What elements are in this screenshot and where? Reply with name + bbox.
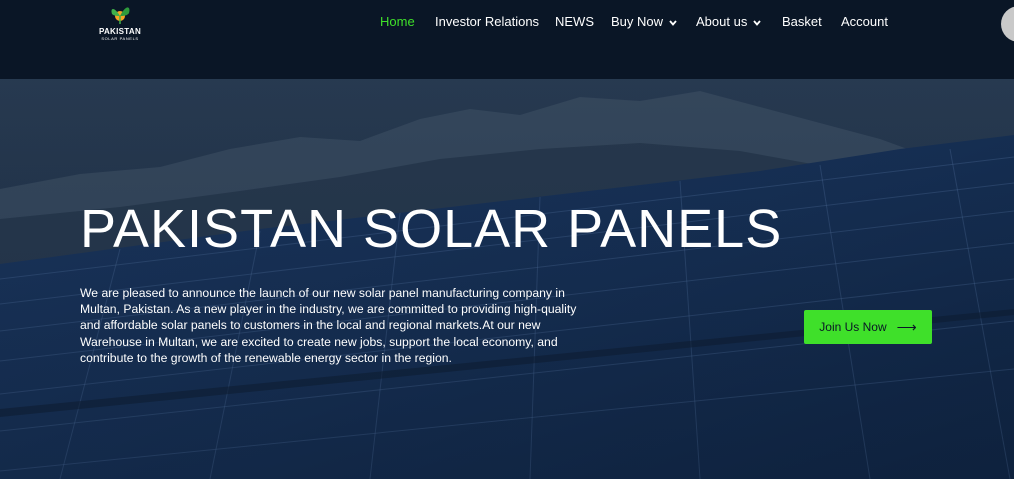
brand-title: PAKISTAN	[98, 27, 142, 36]
nav-investor-relations-label: Investor Relations	[435, 14, 540, 29]
nav-news[interactable]: NEWS	[555, 13, 594, 31]
nav-home-label: Home	[380, 14, 415, 29]
nav-basket[interactable]: Basket	[782, 13, 822, 31]
hero-description: We are pleased to announce the launch of…	[80, 286, 577, 365]
join-us-now-button[interactable]: Join Us Now ⟶	[804, 310, 932, 344]
brand-subtitle: SOLAR PANELS	[101, 36, 139, 41]
top-navbar: PAKISTAN SOLAR PANELS Home Investor Rela…	[0, 0, 1014, 79]
nav-basket-label: Basket	[782, 14, 822, 29]
nav-news-label: NEWS	[555, 14, 594, 29]
nav-investor-relations[interactable]: Investor Relations	[435, 13, 539, 31]
nav-account[interactable]: Account	[841, 13, 888, 31]
chevron-down-icon	[753, 19, 762, 26]
nav-about-us[interactable]: About us	[696, 13, 762, 31]
brand-logo[interactable]: PAKISTAN SOLAR PANELS	[96, 2, 144, 46]
nav-account-label: Account	[841, 14, 888, 29]
arrow-right-icon: ⟶	[896, 319, 917, 335]
join-us-now-label: Join Us Now	[819, 320, 887, 334]
user-avatar[interactable]	[1001, 6, 1014, 42]
chevron-down-icon	[669, 19, 677, 26]
hero-title: PAKISTAN SOLAR PANELS	[80, 199, 783, 259]
sun-leaf-icon	[111, 7, 130, 24]
hero-section: PAKISTAN SOLAR PANELS We are pleased to …	[0, 79, 1014, 479]
nav-home[interactable]: Home	[380, 13, 415, 31]
nav-about-us-label: About us	[696, 14, 748, 29]
nav-buy-now[interactable]: Buy Now	[611, 13, 677, 31]
solar-panels-background-image	[0, 79, 1014, 479]
nav-buy-now-label: Buy Now	[611, 14, 664, 29]
